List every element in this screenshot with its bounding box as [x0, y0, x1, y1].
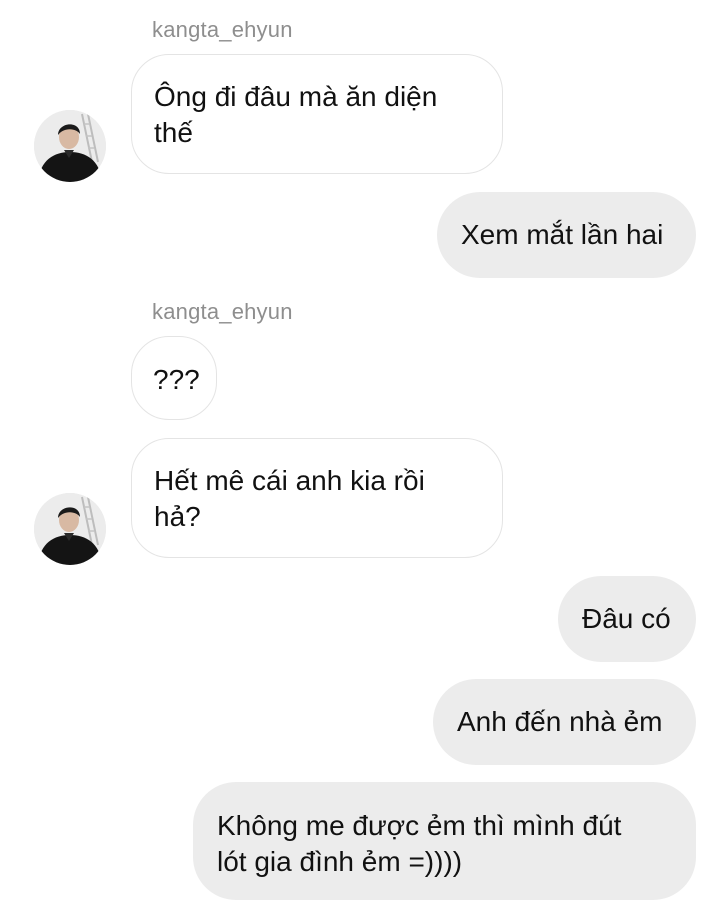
message-bubble-outgoing[interactable]: Xem mắt lần hai	[437, 192, 696, 278]
avatar[interactable]	[34, 493, 106, 565]
message-bubble-incoming[interactable]: ???	[131, 336, 217, 420]
message-text: Xem mắt lần hai	[461, 219, 664, 250]
message-text: thế	[154, 117, 193, 148]
message-text: Anh đến nhà ẻm	[457, 706, 663, 737]
sender-name[interactable]: kangta_ehyun	[152, 301, 293, 323]
profile-photo-icon	[34, 110, 106, 182]
avatar[interactable]	[34, 110, 106, 182]
message-text: Đâu có	[582, 603, 671, 634]
sender-name[interactable]: kangta_ehyun	[152, 19, 293, 41]
message-bubble-outgoing[interactable]: Không me được ẻm thì mình đút lót gia đì…	[193, 782, 696, 900]
message-text: ???	[153, 364, 200, 395]
message-bubble-outgoing[interactable]: Anh đến nhà ẻm	[433, 679, 696, 765]
message-text: lót gia đình ẻm =))))	[217, 846, 463, 877]
message-bubble-incoming[interactable]: Hết mê cái anh kia rồi hả?	[131, 438, 503, 558]
message-text: Ông đi đâu mà ăn diện	[154, 81, 438, 112]
profile-photo-icon	[34, 493, 106, 565]
message-text: Hết mê cái anh kia rồi	[154, 465, 425, 496]
message-bubble-incoming[interactable]: Ông đi đâu mà ăn diện thế	[131, 54, 503, 174]
message-bubble-outgoing[interactable]: Đâu có	[558, 576, 696, 662]
message-text: hả?	[154, 501, 201, 532]
message-text: Không me được ẻm thì mình đút	[217, 810, 622, 841]
